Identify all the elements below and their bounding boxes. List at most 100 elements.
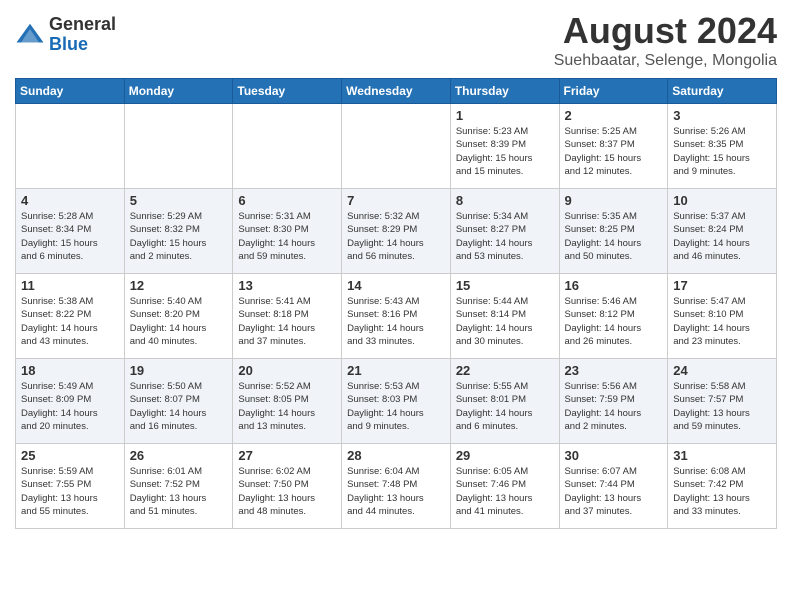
- cell-week5-day1: 25 Sunrise: 5:59 AMSunset: 7:55 PMDayligh…: [16, 444, 125, 529]
- day-number: 28: [347, 448, 445, 463]
- day-info: Sunrise: 6:01 AMSunset: 7:52 PMDaylight:…: [130, 465, 228, 518]
- day-info: Sunrise: 5:53 AMSunset: 8:03 PMDaylight:…: [347, 380, 445, 433]
- day-info: Sunrise: 6:04 AMSunset: 7:48 PMDaylight:…: [347, 465, 445, 518]
- day-info: Sunrise: 5:41 AMSunset: 8:18 PMDaylight:…: [238, 295, 336, 348]
- day-number: 2: [565, 108, 663, 123]
- header-row: Sunday Monday Tuesday Wednesday Thursday…: [16, 79, 777, 104]
- day-number: 11: [21, 278, 119, 293]
- day-info: Sunrise: 5:52 AMSunset: 8:05 PMDaylight:…: [238, 380, 336, 433]
- calendar-subtitle: Suehbaatar, Selenge, Mongolia: [554, 52, 777, 70]
- day-info: Sunrise: 5:55 AMSunset: 8:01 PMDaylight:…: [456, 380, 554, 433]
- header-monday: Monday: [124, 79, 233, 104]
- cell-week3-day1: 11 Sunrise: 5:38 AMSunset: 8:22 PMDayligh…: [16, 274, 125, 359]
- cell-week2-day1: 4 Sunrise: 5:28 AMSunset: 8:34 PMDaylight…: [16, 189, 125, 274]
- logo-text: General Blue: [49, 15, 116, 55]
- header-sunday: Sunday: [16, 79, 125, 104]
- day-info: Sunrise: 5:34 AMSunset: 8:27 PMDaylight:…: [456, 210, 554, 263]
- day-number: 24: [673, 363, 771, 378]
- day-info: Sunrise: 5:58 AMSunset: 7:57 PMDaylight:…: [673, 380, 771, 433]
- day-info: Sunrise: 5:40 AMSunset: 8:20 PMDaylight:…: [130, 295, 228, 348]
- day-info: Sunrise: 5:31 AMSunset: 8:30 PMDaylight:…: [238, 210, 336, 263]
- cell-week3-day3: 13 Sunrise: 5:41 AMSunset: 8:18 PMDayligh…: [233, 274, 342, 359]
- logo: General Blue: [15, 15, 116, 55]
- cell-week4-day6: 23Sunrise: 5:56 AMSunset: 7:59 PMDayligh…: [559, 359, 668, 444]
- cell-week4-day2: 19 Sunrise: 5:50 AMSunset: 8:07 PMDayligh…: [124, 359, 233, 444]
- cell-week4-day3: 20 Sunrise: 5:52 AMSunset: 8:05 PMDayligh…: [233, 359, 342, 444]
- day-number: 25: [21, 448, 119, 463]
- calendar-body: 1 Sunrise: 5:23 AMSunset: 8:39 PMDaylight…: [16, 104, 777, 529]
- cell-week3-day7: 17 Sunrise: 5:47 AMSunset: 8:10 PMDayligh…: [668, 274, 777, 359]
- day-info: Sunrise: 5:47 AMSunset: 8:10 PMDaylight:…: [673, 295, 771, 348]
- day-number: 22: [456, 363, 554, 378]
- day-info: Sunrise: 5:32 AMSunset: 8:29 PMDaylight:…: [347, 210, 445, 263]
- day-info: Sunrise: 5:29 AMSunset: 8:32 PMDaylight:…: [130, 210, 228, 263]
- cell-week3-day5: 15 Sunrise: 5:44 AMSunset: 8:14 PMDayligh…: [450, 274, 559, 359]
- logo-icon: [15, 20, 45, 50]
- day-number: 3: [673, 108, 771, 123]
- day-number: 17: [673, 278, 771, 293]
- day-number: 14: [347, 278, 445, 293]
- cell-week1-day1: [16, 104, 125, 189]
- cell-week1-day6: 2 Sunrise: 5:25 AMSunset: 8:37 PMDaylight…: [559, 104, 668, 189]
- day-info: Sunrise: 5:37 AMSunset: 8:24 PMDaylight:…: [673, 210, 771, 263]
- day-number: 1: [456, 108, 554, 123]
- cell-week3-day4: 14Sunrise: 5:43 AMSunset: 8:16 PMDayligh…: [342, 274, 451, 359]
- cell-week2-day4: 7 Sunrise: 5:32 AMSunset: 8:29 PMDaylight…: [342, 189, 451, 274]
- cell-week5-day3: 27 Sunrise: 6:02 AMSunset: 7:50 PMDayligh…: [233, 444, 342, 529]
- day-number: 10: [673, 193, 771, 208]
- day-number: 23: [565, 363, 663, 378]
- day-info: Sunrise: 6:02 AMSunset: 7:50 PMDaylight:…: [238, 465, 336, 518]
- day-info: Sunrise: 5:35 AMSunset: 8:25 PMDaylight:…: [565, 210, 663, 263]
- day-number: 21: [347, 363, 445, 378]
- cell-week2-day3: 6 Sunrise: 5:31 AMSunset: 8:30 PMDaylight…: [233, 189, 342, 274]
- header: General Blue August 2024 Suehbaatar, Sel…: [15, 10, 777, 70]
- cell-week4-day4: 21 Sunrise: 5:53 AMSunset: 8:03 PMDayligh…: [342, 359, 451, 444]
- week-row-5: 25 Sunrise: 5:59 AMSunset: 7:55 PMDayligh…: [16, 444, 777, 529]
- day-number: 19: [130, 363, 228, 378]
- day-info: Sunrise: 5:26 AMSunset: 8:35 PMDaylight:…: [673, 125, 771, 178]
- cell-week4-day1: 18Sunrise: 5:49 AMSunset: 8:09 PMDayligh…: [16, 359, 125, 444]
- day-info: Sunrise: 6:05 AMSunset: 7:46 PMDaylight:…: [456, 465, 554, 518]
- cell-week5-day7: 31Sunrise: 6:08 AMSunset: 7:42 PMDayligh…: [668, 444, 777, 529]
- day-number: 16: [565, 278, 663, 293]
- day-number: 8: [456, 193, 554, 208]
- day-info: Sunrise: 5:50 AMSunset: 8:07 PMDaylight:…: [130, 380, 228, 433]
- day-info: Sunrise: 6:08 AMSunset: 7:42 PMDaylight:…: [673, 465, 771, 518]
- day-number: 15: [456, 278, 554, 293]
- day-info: Sunrise: 5:44 AMSunset: 8:14 PMDaylight:…: [456, 295, 554, 348]
- week-row-4: 18Sunrise: 5:49 AMSunset: 8:09 PMDayligh…: [16, 359, 777, 444]
- day-number: 6: [238, 193, 336, 208]
- day-info: Sunrise: 5:25 AMSunset: 8:37 PMDaylight:…: [565, 125, 663, 178]
- day-info: Sunrise: 5:23 AMSunset: 8:39 PMDaylight:…: [456, 125, 554, 178]
- day-number: 26: [130, 448, 228, 463]
- cell-week5-day6: 30Sunrise: 6:07 AMSunset: 7:44 PMDayligh…: [559, 444, 668, 529]
- day-info: Sunrise: 6:07 AMSunset: 7:44 PMDaylight:…: [565, 465, 663, 518]
- cell-week3-day6: 16Sunrise: 5:46 AMSunset: 8:12 PMDayligh…: [559, 274, 668, 359]
- calendar-table: Sunday Monday Tuesday Wednesday Thursday…: [15, 78, 777, 529]
- cell-week5-day2: 26 Sunrise: 6:01 AMSunset: 7:52 PMDayligh…: [124, 444, 233, 529]
- cell-week1-day2: [124, 104, 233, 189]
- calendar-header: Sunday Monday Tuesday Wednesday Thursday…: [16, 79, 777, 104]
- cell-week2-day2: 5 Sunrise: 5:29 AMSunset: 8:32 PMDaylight…: [124, 189, 233, 274]
- page: General Blue August 2024 Suehbaatar, Sel…: [0, 0, 792, 544]
- header-saturday: Saturday: [668, 79, 777, 104]
- day-number: 20: [238, 363, 336, 378]
- day-number: 18: [21, 363, 119, 378]
- day-number: 4: [21, 193, 119, 208]
- cell-week5-day5: 29Sunrise: 6:05 AMSunset: 7:46 PMDayligh…: [450, 444, 559, 529]
- day-number: 5: [130, 193, 228, 208]
- day-info: Sunrise: 5:38 AMSunset: 8:22 PMDaylight:…: [21, 295, 119, 348]
- cell-week4-day5: 22 Sunrise: 5:55 AMSunset: 8:01 PMDayligh…: [450, 359, 559, 444]
- day-info: Sunrise: 5:59 AMSunset: 7:55 PMDaylight:…: [21, 465, 119, 518]
- cell-week2-day5: 8 Sunrise: 5:34 AMSunset: 8:27 PMDaylight…: [450, 189, 559, 274]
- day-number: 7: [347, 193, 445, 208]
- cell-week1-day4: [342, 104, 451, 189]
- day-number: 13: [238, 278, 336, 293]
- cell-week1-day5: 1 Sunrise: 5:23 AMSunset: 8:39 PMDaylight…: [450, 104, 559, 189]
- header-wednesday: Wednesday: [342, 79, 451, 104]
- day-number: 27: [238, 448, 336, 463]
- cell-week2-day6: 9Sunrise: 5:35 AMSunset: 8:25 PMDaylight…: [559, 189, 668, 274]
- day-info: Sunrise: 5:28 AMSunset: 8:34 PMDaylight:…: [21, 210, 119, 263]
- cell-week3-day2: 12Sunrise: 5:40 AMSunset: 8:20 PMDayligh…: [124, 274, 233, 359]
- week-row-1: 1 Sunrise: 5:23 AMSunset: 8:39 PMDaylight…: [16, 104, 777, 189]
